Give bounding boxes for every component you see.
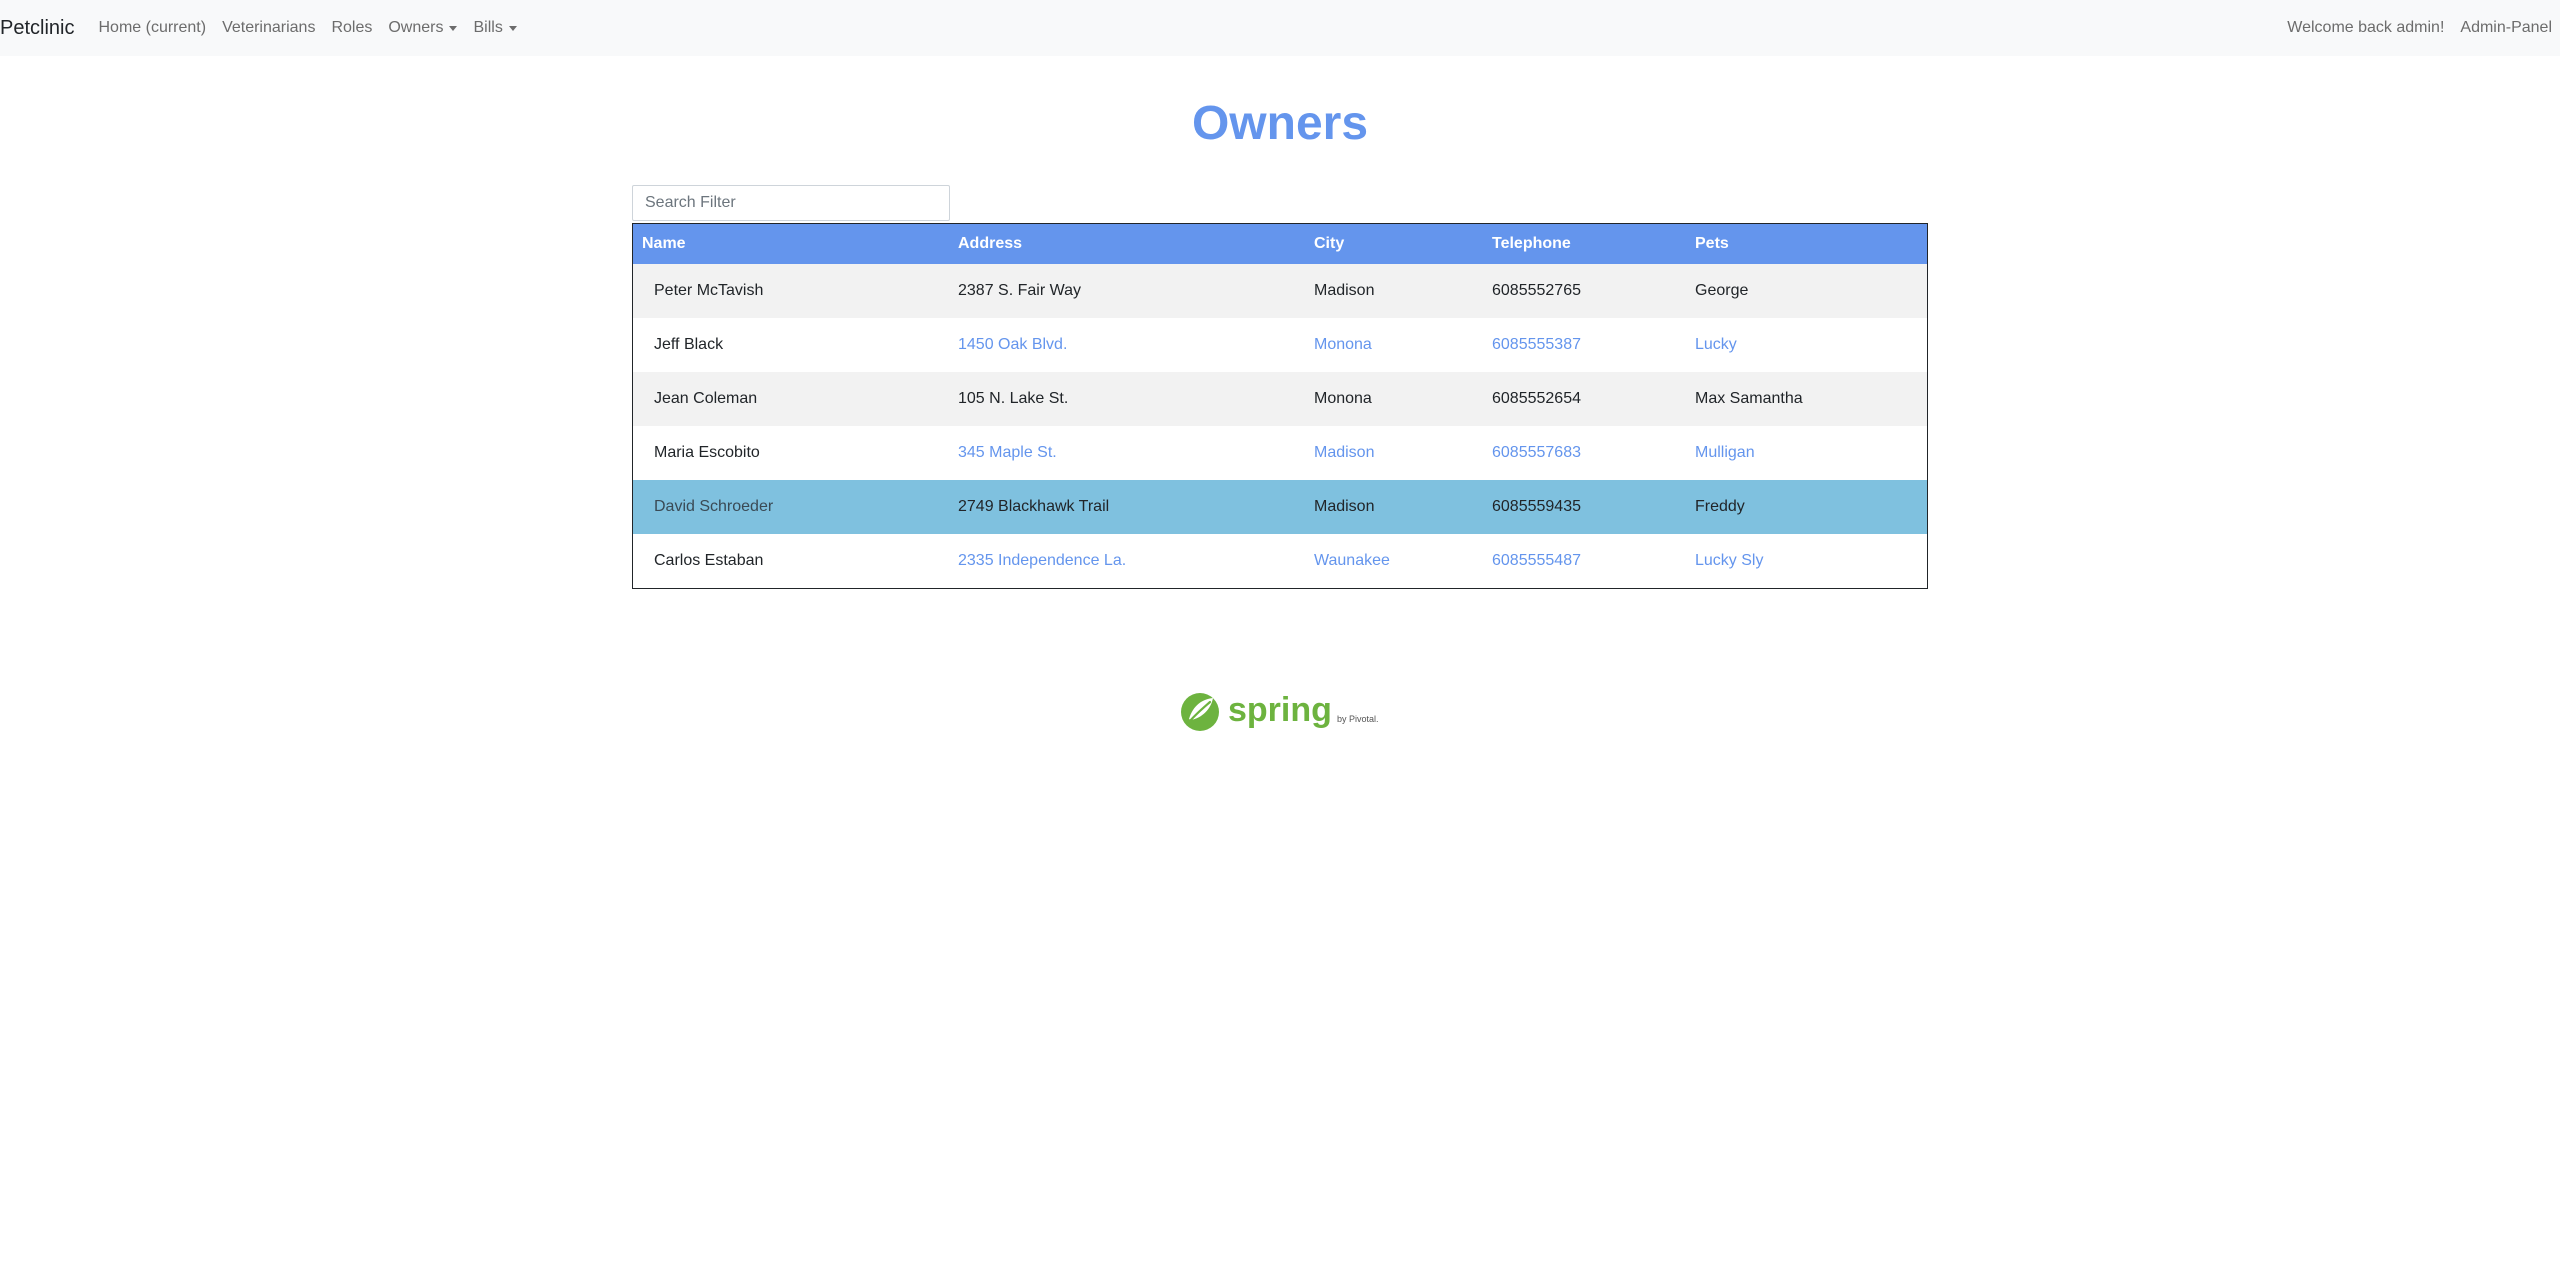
page-title: Owners xyxy=(1191,97,1369,150)
owner-pets-cell: Lucky Sly xyxy=(1695,552,1764,569)
owner-pets-cell: George xyxy=(1695,282,1749,299)
owner-telephone-cell: 6085557683 xyxy=(1492,444,1581,461)
spring-leaf-icon xyxy=(1181,693,1219,731)
owners-table: Name Address City Telephone Pets Peter M… xyxy=(632,223,1928,589)
column-header-address[interactable]: Address xyxy=(949,223,1305,264)
column-header-pets[interactable]: Pets xyxy=(1686,223,1928,264)
table-row-hovered[interactable]: David Schroeder 2749 Blackhawk Trail Mad… xyxy=(632,480,1928,534)
caret-down-icon xyxy=(449,26,458,31)
nav-home-label: Home (current) xyxy=(98,19,207,36)
admin-panel-link[interactable]: Admin-Panel xyxy=(2460,19,2552,37)
owner-address-cell: 105 N. Lake St. xyxy=(958,390,1069,407)
owner-name-cell: Peter McTavish xyxy=(654,282,764,299)
owner-address-cell: 2387 S. Fair Way xyxy=(958,282,1082,299)
brand-link[interactable]: Petclinic xyxy=(0,17,74,40)
owner-pets-cell: Lucky xyxy=(1695,336,1737,353)
spring-logo: spring by Pivotal. xyxy=(1181,691,1379,731)
nav-veterinarians-label: Veterinarians xyxy=(222,19,316,36)
owner-address-cell: 345 Maple St. xyxy=(958,444,1057,461)
owner-name-cell: Jeff Black xyxy=(654,336,724,353)
search-filter-input[interactable] xyxy=(632,185,950,221)
nav-home-link[interactable]: Home (current) xyxy=(98,19,206,37)
column-header-city[interactable]: City xyxy=(1305,223,1483,264)
welcome-link[interactable]: Welcome back admin! xyxy=(2287,19,2444,37)
nav-owners-dropdown[interactable]: Owners xyxy=(388,19,458,37)
spring-wordmark: spring xyxy=(1228,691,1332,729)
owner-pets-cell: Mulligan xyxy=(1695,444,1755,461)
owner-name-cell: Carlos Estaban xyxy=(654,552,764,569)
owner-address-cell: 2335 Independence La. xyxy=(958,552,1127,569)
navbar-right: Welcome back admin! Admin-Panel xyxy=(2271,0,2552,56)
nav-owners-label: Owners xyxy=(388,19,444,36)
nav-bills-dropdown[interactable]: Bills xyxy=(473,19,517,37)
owner-telephone-cell: 6085555387 xyxy=(1492,336,1581,353)
owner-address-cell: 2749 Blackhawk Trail xyxy=(958,498,1110,515)
owner-name-cell: Jean Coleman xyxy=(654,390,758,407)
owner-city-cell: Madison xyxy=(1314,498,1375,515)
nav-roles-label: Roles xyxy=(331,19,373,36)
table-row[interactable]: Carlos Estaban 2335 Independence La. Wau… xyxy=(632,534,1928,589)
owner-pets-cell: Max Samantha xyxy=(1695,390,1803,407)
table-row[interactable]: Jean Coleman 105 N. Lake St. Monona 6085… xyxy=(632,372,1928,426)
column-header-telephone[interactable]: Telephone xyxy=(1483,223,1686,264)
table-row[interactable]: Maria Escobito 345 Maple St. Madison 608… xyxy=(632,426,1928,480)
owner-city-cell: Monona xyxy=(1314,336,1372,353)
owner-address-cell: 1450 Oak Blvd. xyxy=(958,336,1068,353)
table-row[interactable]: Jeff Black 1450 Oak Blvd. Monona 6085555… xyxy=(632,318,1928,372)
table-row[interactable]: Peter McTavish 2387 S. Fair Way Madison … xyxy=(632,264,1928,318)
navbar: Petclinic Home (current) Veterinarians R… xyxy=(0,0,2560,56)
owner-name-cell: Maria Escobito xyxy=(654,444,760,461)
owner-city-cell: Monona xyxy=(1314,390,1372,407)
nav-veterinarians-link[interactable]: Veterinarians xyxy=(222,19,315,37)
owner-city-cell: Madison xyxy=(1314,282,1375,299)
owner-city-cell: Madison xyxy=(1314,444,1375,461)
nav-roles-link[interactable]: Roles xyxy=(331,19,372,37)
owner-telephone-cell: 6085552765 xyxy=(1492,282,1581,299)
owner-pets-cell: Freddy xyxy=(1695,498,1745,515)
owner-city-cell: Waunakee xyxy=(1314,552,1390,569)
owner-telephone-cell: 6085555487 xyxy=(1492,552,1581,569)
pivotal-tagline: by Pivotal. xyxy=(1337,714,1379,724)
owner-telephone-cell: 6085559435 xyxy=(1492,498,1581,515)
owner-telephone-cell: 6085552654 xyxy=(1492,390,1581,407)
table-header-row: Name Address City Telephone Pets xyxy=(632,223,1928,264)
nav-bills-label: Bills xyxy=(473,19,503,36)
owner-name-cell: David Schroeder xyxy=(654,498,774,515)
column-header-name[interactable]: Name xyxy=(632,223,949,264)
caret-down-icon xyxy=(508,26,517,31)
